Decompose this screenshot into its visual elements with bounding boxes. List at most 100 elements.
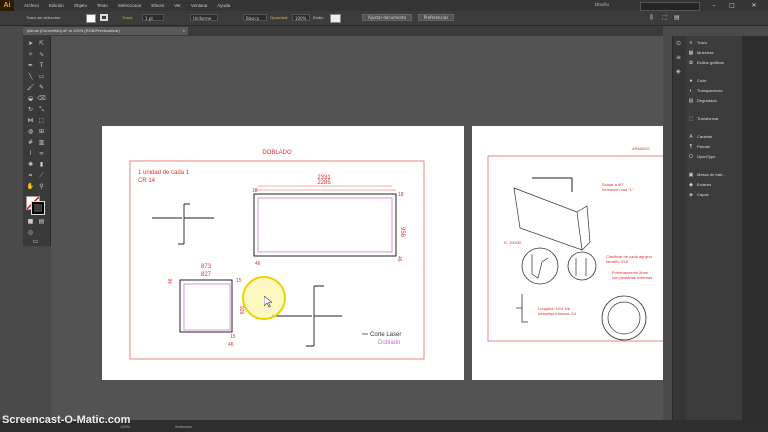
eyedropper-tool-icon[interactable]: ⌇ [26, 150, 35, 158]
canvas-area[interactable]: DOBLADO 1 unidad de cada 1 CR 14 2331 22… [51, 36, 669, 420]
rectangle-tool-icon[interactable]: ▭ [37, 73, 46, 81]
align-icon[interactable]: ⫼ [650, 14, 653, 22]
panel-opentype[interactable]: O OpenType [688, 152, 742, 161]
menu-ayuda[interactable]: Ayuda [217, 3, 230, 8]
opacity-label[interactable]: Opacidad: [270, 15, 288, 20]
pencil-tool-icon[interactable]: ✎ [37, 84, 46, 92]
legend-cut: Corte Laser [370, 332, 401, 338]
panel-capas[interactable]: ◈ Capas [688, 190, 742, 199]
type-tool-icon[interactable]: T [37, 62, 46, 70]
panel-degradado[interactable]: ▤ Degradado [688, 96, 742, 105]
menu-edicion[interactable]: Edición [49, 3, 64, 8]
artboard-2[interactable]: ARMADO Soldar a 90° formación una "L" D.… [472, 126, 669, 380]
stroke-weight-field[interactable]: 1 pt [142, 14, 164, 21]
direct-selection-tool-icon[interactable]: ⇱ [37, 40, 46, 48]
collapsed-panels-list: ≡ Trazo ▦ Muestras ✿ Estilos gráficos ● Colo… [686, 36, 742, 420]
panel-strip-icon-1[interactable]: ⊙ [676, 40, 681, 47]
line-tool-icon[interactable]: ╲ [26, 73, 35, 81]
gradient-mode-icon[interactable]: ▤ [37, 218, 46, 226]
menu-ventana[interactable]: Ventana [191, 3, 208, 8]
free-transform-tool-icon[interactable]: ⬚ [37, 117, 46, 125]
mouse-pointer-icon [264, 296, 272, 308]
menu-bar: Ai Archivo Edición Objeto Texto Seleccio… [0, 0, 768, 11]
variable-width-profile[interactable]: Uniforme [190, 14, 218, 21]
opacity-field[interactable]: 100% [292, 14, 310, 21]
eraser-tool-icon[interactable]: ⌫ [37, 95, 46, 103]
blend-tool-icon[interactable]: ∞ [37, 150, 46, 158]
menu-efecto[interactable]: Efecto [151, 3, 164, 8]
shape-builder-tool-icon[interactable]: ◍ [26, 128, 35, 136]
paintbrush-tool-icon[interactable]: 🖌 [26, 84, 35, 92]
tools-panel: ➤ ⇱ ✧ ∿ ✒ T ╲ ▭ 🖌 ✎ ◒ ⌫ ↻ ⤡ ⋈ ⬚ ◍ ⊞ # ▥ … [23, 36, 51, 246]
dim-46c: 46 [168, 278, 174, 284]
menu-objeto[interactable]: Objeto [74, 3, 87, 8]
drawing2-note-2b: tamaño 2/16 [606, 259, 629, 264]
pen-tool-icon[interactable]: ✒ [26, 62, 35, 70]
document-tab-label: planos (Convertido).ai* al 100% (RGB/Pre… [27, 28, 120, 33]
panel-strip-icon-3[interactable]: ◈ [676, 68, 681, 75]
menu-ver[interactable]: Ver [174, 3, 181, 8]
brush-definition[interactable]: Básico [243, 14, 267, 21]
technical-drawing-armado: ARMADO Soldar a 90° formación una "L" D.… [487, 146, 669, 342]
document-setup-button[interactable]: Ajustar documento [362, 14, 412, 21]
rotate-tool-icon[interactable]: ↻ [26, 106, 35, 114]
panel-transparencia[interactable]: ◐ Transparencia [688, 86, 742, 95]
mesh-tool-icon[interactable]: # [26, 139, 35, 147]
close-window-button[interactable]: ✕ [745, 1, 763, 10]
hand-tool-icon[interactable]: ✋ [26, 183, 35, 191]
panel-color[interactable]: ● Color [688, 76, 742, 85]
search-input[interactable] [640, 2, 700, 11]
links-panel-icon: ◆ [689, 181, 693, 188]
minimize-button[interactable]: – [705, 1, 723, 10]
panel-transformar[interactable]: ⬚ Transformar [688, 114, 742, 123]
panel-muestras[interactable]: ▦ Muestras [688, 48, 742, 57]
menu-texto[interactable]: Texto [97, 3, 108, 8]
width-tool-icon[interactable]: ⋈ [26, 117, 35, 125]
drawing2-label-d: D. 100/30 [504, 240, 522, 245]
artboard-tool-icon[interactable]: ⌗ [26, 172, 35, 180]
close-tab-icon[interactable]: × [183, 27, 185, 35]
status-mode[interactable]: Selección [175, 424, 192, 429]
column-graph-tool-icon[interactable]: ▮ [37, 161, 46, 169]
transform-icon[interactable]: ⬚ [662, 14, 668, 21]
perspective-grid-tool-icon[interactable]: ⊞ [37, 128, 46, 136]
workspace-switcher[interactable]: Diseño [595, 2, 609, 7]
scale-tool-icon[interactable]: ⤡ [37, 106, 46, 114]
draw-mode-icon[interactable]: ◎ [26, 229, 35, 237]
stroke-color-box[interactable] [31, 201, 45, 215]
maximize-button[interactable]: □ [723, 1, 741, 10]
selection-tool-icon[interactable]: ➤ [26, 40, 35, 48]
blob-brush-tool-icon[interactable]: ◒ [26, 95, 35, 103]
detail-circle-1 [521, 247, 559, 285]
lasso-tool-icon[interactable]: ∿ [37, 51, 46, 59]
dim-46d: 46 [228, 342, 234, 348]
panel-mesas-de-trabajo[interactable]: ▣ Mesas de trab... [688, 170, 742, 179]
fill-swatch[interactable] [86, 14, 96, 23]
preferences-button[interactable]: Preferencias [418, 14, 454, 21]
screen-mode-icon[interactable]: ▭ [31, 238, 40, 246]
paragraph-panel-icon: ¶ [689, 143, 693, 150]
artboard-1[interactable]: DOBLADO 1 unidad de cada 1 CR 14 2331 22… [102, 126, 464, 380]
menu-archivo[interactable]: Archivo [24, 3, 39, 8]
panel-strip-icon-2[interactable]: ≡ [676, 54, 681, 61]
symbol-sprayer-tool-icon[interactable]: ✺ [26, 161, 35, 169]
panel-trazo[interactable]: ≡ Trazo [688, 38, 742, 47]
stroke-label[interactable]: Trazo: [122, 15, 133, 20]
drawing-frame [129, 160, 425, 360]
panel-estilos-graficos[interactable]: ✿ Estilos gráficos [688, 58, 742, 67]
arrange-icon[interactable]: ▤ [674, 14, 680, 21]
stroke-swatch[interactable] [100, 14, 108, 21]
gradient-tool-icon[interactable]: ▥ [37, 139, 46, 147]
document-tab[interactable]: planos (Convertido).ai* al 100% (RGB/Pre… [23, 27, 188, 35]
menu-seleccionar[interactable]: Seleccionar [118, 3, 142, 8]
panel-caracter[interactable]: A Carácter [688, 132, 742, 141]
panel-enlaces[interactable]: ◆ Enlaces [688, 180, 742, 189]
stroke-panel-icon: ≡ [689, 39, 693, 46]
color-mode-icon[interactable]: ■ [26, 218, 35, 226]
panel-label: Trazo [697, 40, 708, 45]
graphic-style-swatch[interactable] [330, 14, 341, 23]
zoom-tool-icon[interactable]: ⚲ [37, 183, 46, 191]
slice-tool-icon[interactable]: ⟋ [37, 172, 46, 180]
magic-wand-tool-icon[interactable]: ✧ [26, 51, 35, 59]
panel-parrafo[interactable]: ¶ Párrafo [688, 142, 742, 151]
